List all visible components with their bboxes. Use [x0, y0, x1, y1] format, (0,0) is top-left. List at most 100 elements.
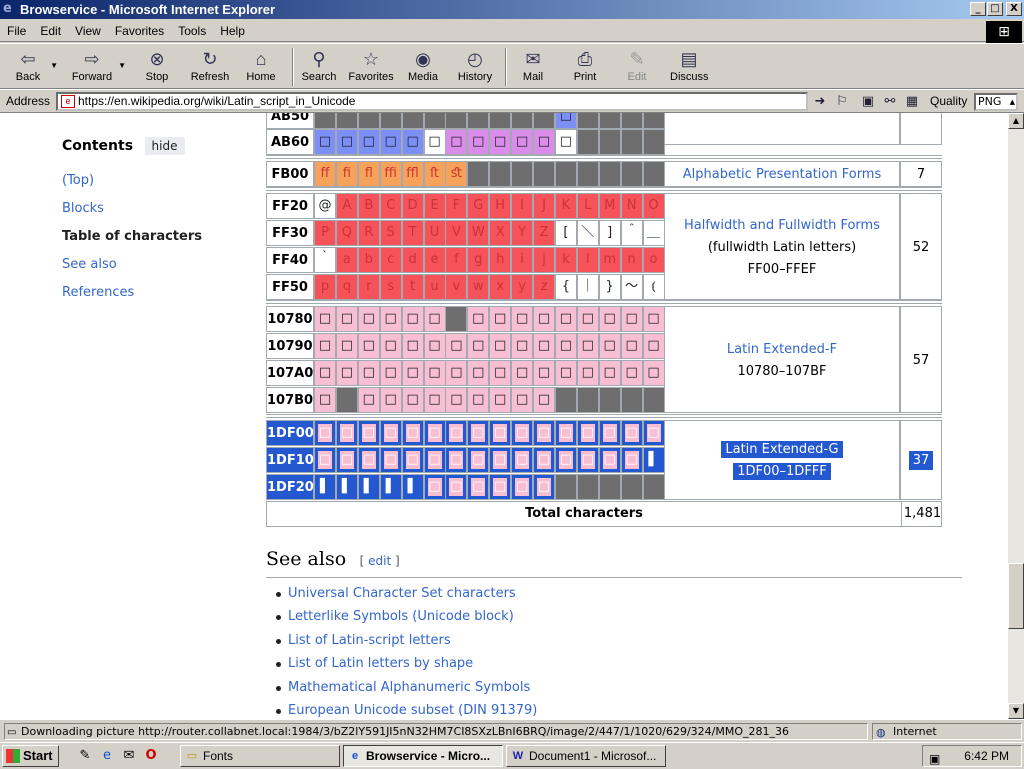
char-cell: ｜: [576, 274, 599, 300]
scroll-thumb[interactable]: [1008, 563, 1024, 629]
char-cell: □: [620, 306, 643, 332]
block-name-link[interactable]: Latin Extended-F: [665, 339, 899, 361]
see-also-link[interactable]: Mathematical Alphanumeric Symbols: [276, 680, 537, 703]
char-cell: [598, 161, 621, 187]
scroll-up-icon[interactable]: ▲: [1008, 113, 1024, 129]
media-button[interactable]: ◉ Media: [406, 47, 440, 83]
block-name-link[interactable]: Halfwidth and Fullwidth Forms: [665, 215, 899, 237]
mail-button[interactable]: ✉ Mail: [518, 47, 548, 83]
char-cell: □: [489, 360, 512, 386]
char-cell: □: [423, 360, 446, 386]
char-cell: [335, 113, 358, 129]
char-cell: [357, 113, 380, 129]
quality-select[interactable]: PNG▲▼: [974, 93, 1018, 120]
page-viewport: Contents hide (Top) Blocks Table of char…: [0, 113, 1008, 719]
char-cell: □: [533, 420, 555, 446]
char-cell: □: [598, 420, 621, 446]
toc-item-top[interactable]: (Top): [62, 173, 242, 191]
address-input[interactable]: e https://en.wikipedia.org/wiki/Latin_sc…: [56, 92, 808, 111]
close-button[interactable]: X: [1006, 2, 1022, 16]
discuss-button[interactable]: ▤ Discuss: [670, 47, 709, 83]
print-button[interactable]: ⎙ Print: [570, 47, 600, 83]
see-also-link[interactable]: List of Latin-script letters: [276, 633, 537, 656]
char-cell: □: [379, 447, 402, 473]
maximize-button[interactable]: □: [987, 2, 1003, 16]
char-cell: [576, 387, 599, 413]
history-icon: ◴: [467, 49, 483, 69]
go-arrow-icon[interactable]: ➜: [812, 94, 828, 110]
refresh-button[interactable]: ↻ Refresh: [188, 47, 232, 83]
history-button[interactable]: ◴ History: [455, 47, 495, 83]
ie-quicklaunch-icon[interactable]: e: [98, 747, 116, 765]
char-cell: □: [335, 306, 358, 332]
char-cell: □: [511, 387, 534, 413]
opera-icon[interactable]: O: [142, 747, 160, 765]
char-cell: [576, 129, 599, 155]
see-also-link[interactable]: Letterlike Symbols (Unicode block): [276, 609, 537, 632]
clipboard-icon[interactable]: ▦: [904, 94, 920, 110]
task-document1[interactable]: W Document1 - Microsof...: [506, 745, 666, 767]
task-fonts[interactable]: ▭ Fonts: [180, 745, 340, 767]
char-cell: □: [379, 387, 402, 413]
system-tray: ▣ 6:42 PM: [922, 745, 1022, 767]
char-cell: [467, 113, 490, 129]
block-name-link[interactable]: Latin Extended-G: [665, 439, 899, 461]
home-button[interactable]: ⌂ Home: [244, 47, 278, 83]
vertical-scrollbar[interactable]: ▲ ▼: [1008, 113, 1024, 719]
scroll-down-icon[interactable]: ▼: [1008, 703, 1024, 719]
toc-item-table-of-characters[interactable]: Table of characters: [62, 229, 242, 247]
char-cell: □: [533, 360, 555, 386]
edit-link[interactable]: edit: [368, 554, 391, 568]
menu-file[interactable]: File: [0, 24, 33, 38]
forward-button[interactable]: ⇨ Forward ▼: [70, 47, 126, 83]
char-cell: □: [576, 360, 599, 386]
toc-item-blocks[interactable]: Blocks: [62, 201, 242, 219]
bookmark-icon[interactable]: ⚐: [834, 94, 850, 110]
char-cell: □: [598, 447, 621, 473]
char-cell: □: [314, 387, 336, 413]
menu-tools[interactable]: Tools: [171, 24, 213, 38]
see-also-link[interactable]: European Unicode subset (DIN 91379): [276, 703, 537, 719]
menu-edit[interactable]: Edit: [33, 24, 68, 38]
row-header: 107A0: [266, 360, 314, 386]
toc-item-references[interactable]: References: [62, 285, 242, 303]
windows-flag-icon: [6, 749, 20, 763]
toc-hide-button[interactable]: hide: [144, 137, 185, 155]
outlook-icon[interactable]: ✉: [120, 747, 138, 765]
char-cell: A: [335, 193, 358, 219]
start-button[interactable]: Start: [2, 745, 59, 767]
menu-favorites[interactable]: Favorites: [108, 24, 171, 38]
char-cell: □: [554, 113, 577, 129]
toc-item-see-also[interactable]: See also: [62, 257, 242, 275]
row-header: 10790: [266, 333, 314, 359]
show-desktop-icon[interactable]: ✎: [76, 747, 94, 765]
char-cell: ﬃ: [379, 161, 402, 187]
find-icon[interactable]: ⚯: [882, 94, 898, 110]
total-value: 1,481: [901, 502, 943, 526]
char-cell: [445, 113, 468, 129]
favorites-button[interactable]: ☆ Favorites: [346, 47, 396, 83]
task-browservice[interactable]: e Browservice - Micro...: [343, 745, 503, 767]
stop-button[interactable]: ⊗ Stop: [142, 47, 172, 83]
forward-dropdown-icon[interactable]: ▼: [118, 61, 126, 70]
search-button[interactable]: ⚲ Search: [300, 47, 338, 83]
see-also-link[interactable]: List of Latin letters by shape: [276, 656, 537, 679]
menu-help[interactable]: Help: [213, 24, 252, 38]
back-button[interactable]: ⇦ Back ▼: [10, 47, 58, 83]
block-name-link[interactable]: Alphabetic Presentation Forms: [665, 164, 899, 186]
char-cell: □: [357, 447, 380, 473]
mail-icon: ✉: [525, 49, 541, 69]
char-cell: □: [357, 387, 380, 413]
char-cell: □: [335, 360, 358, 386]
open-icon[interactable]: ▣: [860, 94, 876, 110]
char-cell: E: [423, 193, 446, 219]
minimize-button[interactable]: _: [970, 2, 986, 16]
see-also-link[interactable]: Universal Character Set characters: [276, 586, 537, 609]
char-cell: □: [620, 333, 643, 359]
network-icon[interactable]: ▣: [929, 749, 940, 769]
char-cell: l: [576, 247, 599, 273]
back-dropdown-icon[interactable]: ▼: [50, 61, 58, 70]
menu-view[interactable]: View: [68, 24, 108, 38]
char-cell: C: [379, 193, 402, 219]
char-cell: □: [357, 360, 380, 386]
